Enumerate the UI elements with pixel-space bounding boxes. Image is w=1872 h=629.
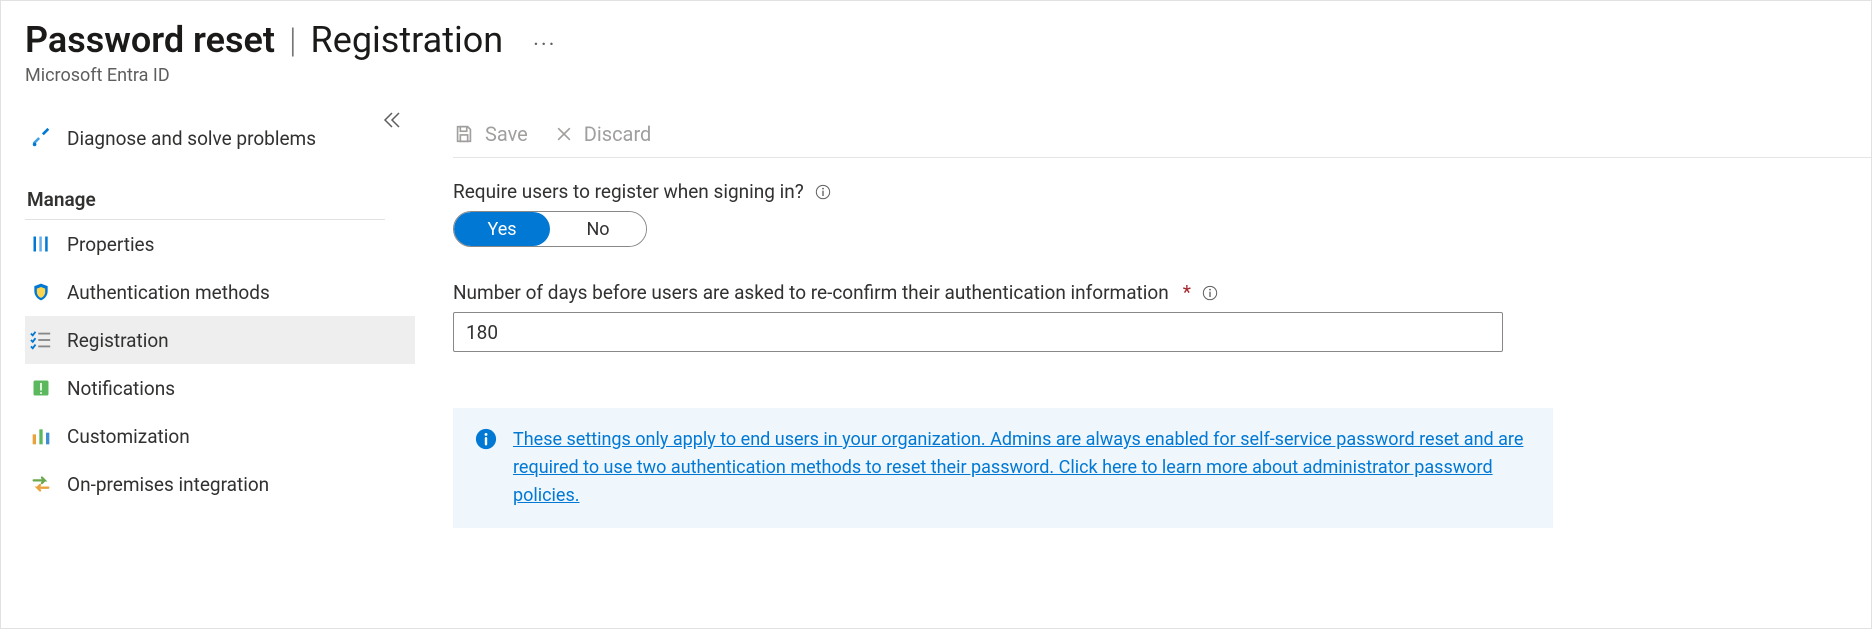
checklist-icon	[29, 328, 53, 352]
info-icon[interactable]	[814, 183, 832, 201]
info-banner-link[interactable]: These settings only apply to end users i…	[513, 426, 1531, 510]
sidebar: Diagnose and solve problems Manage Prope…	[25, 114, 415, 528]
sidebar-item-label: Diagnose and solve problems	[67, 127, 316, 150]
page-header: Password reset | Registration ···	[25, 19, 1871, 61]
sidebar-item-label: Customization	[67, 425, 190, 448]
info-banner: These settings only apply to end users i…	[453, 408, 1553, 528]
more-actions-button[interactable]: ···	[533, 33, 556, 58]
sidebar-item-diagnose[interactable]: Diagnose and solve problems	[25, 114, 415, 162]
save-button[interactable]: Save	[453, 122, 528, 146]
main-pane: Save Discard Require users to register w…	[415, 114, 1871, 528]
sidebar-section-manage: Manage	[27, 188, 415, 211]
sidebar-item-label: Registration	[67, 329, 169, 352]
sidebar-item-customization[interactable]: Customization	[25, 412, 415, 460]
info-filled-icon	[475, 428, 497, 454]
info-icon[interactable]	[1201, 284, 1219, 302]
sidebar-item-label: Authentication methods	[67, 281, 270, 304]
require-register-toggle: Yes No	[453, 211, 647, 247]
days-input[interactable]	[453, 312, 1503, 352]
toggle-option-no[interactable]: No	[550, 212, 646, 246]
sidebar-item-label: Notifications	[67, 377, 175, 400]
notification-icon	[29, 376, 53, 400]
page-title: Password reset	[25, 19, 275, 61]
require-register-label: Require users to register when signing i…	[453, 180, 804, 203]
toggle-option-yes[interactable]: Yes	[454, 212, 550, 246]
page-subtitle: Registration	[311, 19, 504, 61]
required-indicator: *	[1183, 281, 1191, 304]
sync-icon	[29, 472, 53, 496]
sidebar-item-notifications[interactable]: Notifications	[25, 364, 415, 412]
title-separator: |	[289, 21, 297, 61]
toolbar: Save Discard	[453, 114, 1871, 158]
bars-icon	[29, 424, 53, 448]
shield-icon	[29, 280, 53, 304]
sliders-icon	[29, 232, 53, 256]
sidebar-item-label: On-premises integration	[67, 473, 269, 496]
discard-label: Discard	[584, 122, 652, 146]
sidebar-item-label: Properties	[67, 233, 154, 256]
wrench-icon	[29, 126, 53, 150]
sidebar-item-onprem[interactable]: On-premises integration	[25, 460, 415, 508]
discard-button[interactable]: Discard	[554, 122, 652, 146]
page-subheading: Microsoft Entra ID	[25, 65, 1871, 86]
save-label: Save	[485, 122, 528, 146]
days-label: Number of days before users are asked to…	[453, 281, 1169, 304]
sidebar-item-registration[interactable]: Registration	[25, 316, 415, 364]
sidebar-item-auth-methods[interactable]: Authentication methods	[25, 268, 415, 316]
collapse-sidebar-icon[interactable]	[383, 112, 401, 133]
sidebar-item-properties[interactable]: Properties	[25, 220, 415, 268]
